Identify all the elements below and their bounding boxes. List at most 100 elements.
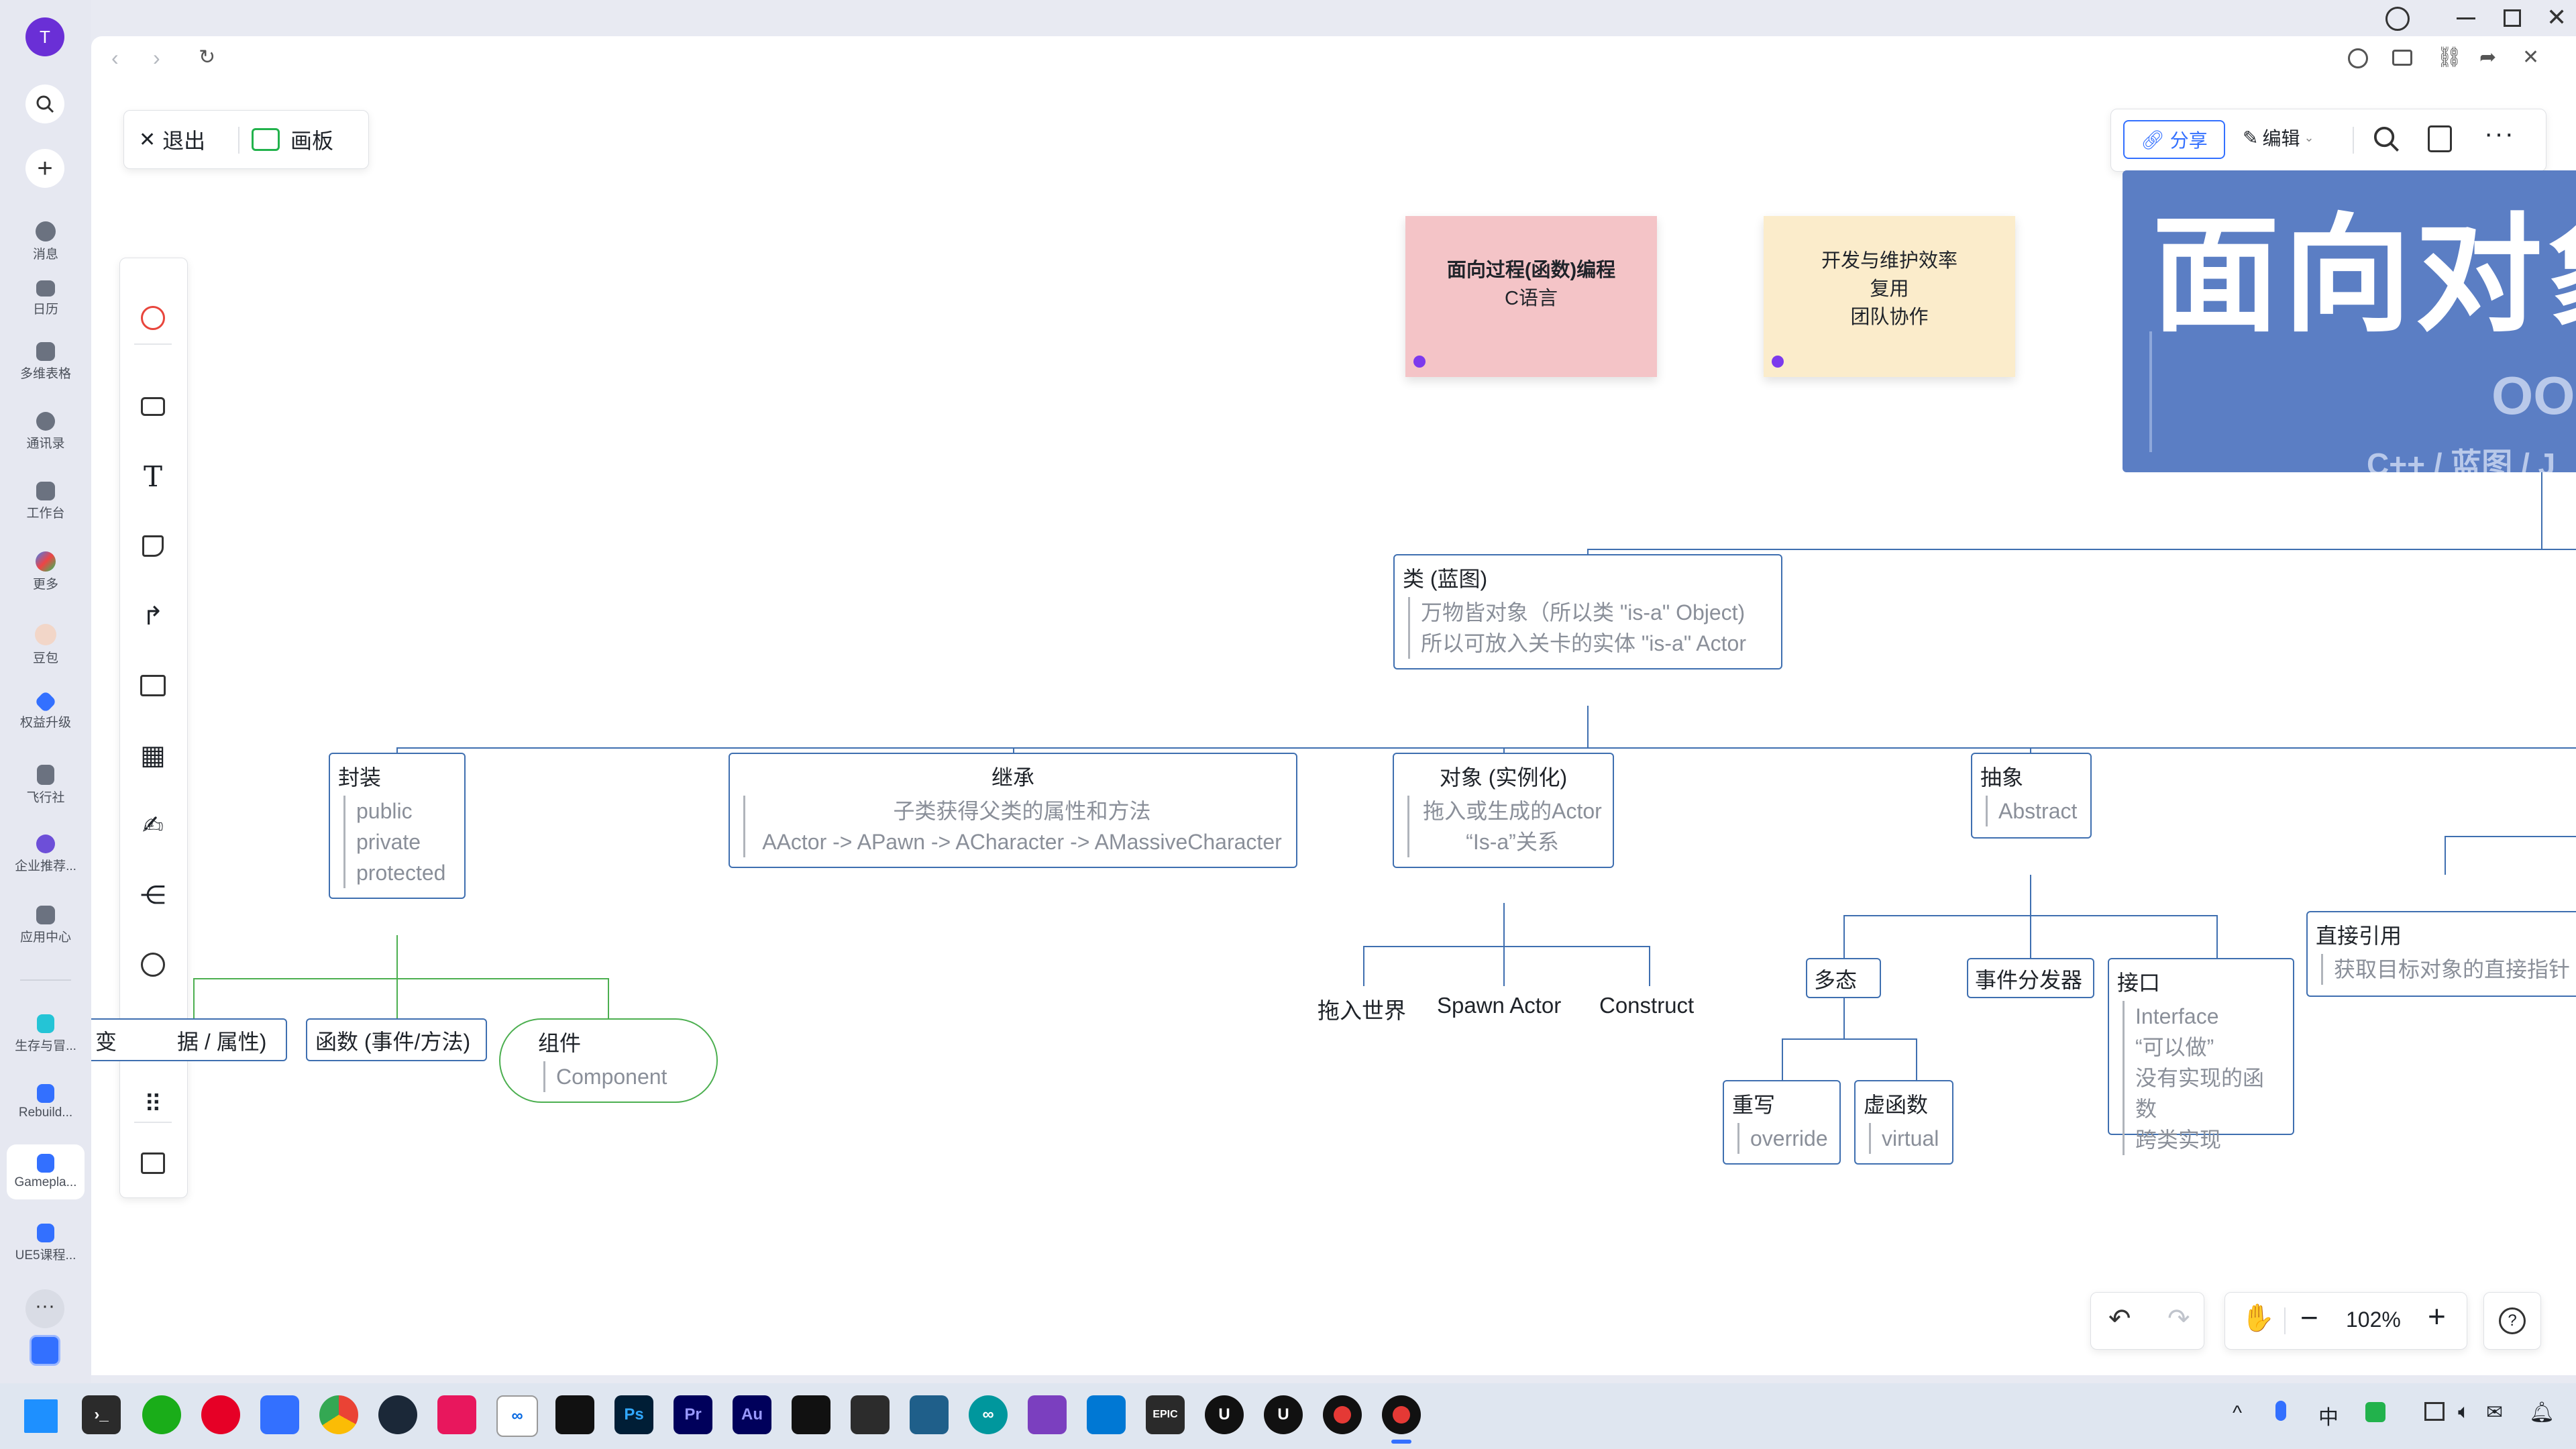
hand-icon[interactable]: ✋ bbox=[2241, 1302, 2275, 1334]
close-window-icon[interactable]: ✕ bbox=[2546, 4, 2567, 31]
node-override[interactable]: 重写 override bbox=[1723, 1080, 1841, 1165]
app-icon[interactable] bbox=[910, 1395, 949, 1434]
undo-icon[interactable]: ↶ bbox=[2108, 1303, 2131, 1334]
audition-icon[interactable]: Au bbox=[733, 1395, 771, 1434]
window-icon[interactable] bbox=[2392, 50, 2412, 66]
node-inheritance[interactable]: 继承 子类获得父类的属性和方法 AActor -> APawn -> AChar… bbox=[729, 753, 1297, 868]
node-direct-reference[interactable]: 直接引用 获取目标对象的直接指针 bbox=[2306, 911, 2576, 997]
node-polymorphism[interactable]: 多态 bbox=[1806, 958, 1881, 998]
link-icon[interactable]: ⛓ bbox=[2436, 46, 2462, 69]
emoji-tool-icon[interactable] bbox=[121, 938, 185, 991]
arduino-icon[interactable]: ∞ bbox=[969, 1395, 1008, 1434]
microphone-icon[interactable] bbox=[2275, 1401, 2286, 1421]
more-tools-icon[interactable]: ⠿ bbox=[121, 1077, 185, 1131]
input-language[interactable]: 中 bbox=[2318, 1401, 2339, 1430]
rail-doc-4[interactable]: UE5课程... bbox=[0, 1224, 91, 1263]
board-button[interactable]: 画板 bbox=[252, 124, 333, 155]
sticky-note-tool-icon[interactable] bbox=[121, 519, 185, 573]
minimize-icon[interactable] bbox=[2457, 17, 2475, 19]
rail-item-appcenter[interactable]: 应用中心 bbox=[0, 906, 91, 945]
forward-icon[interactable]: › bbox=[153, 46, 160, 70]
node-event-dispatcher[interactable]: 事件分发器 bbox=[1967, 958, 2094, 998]
rail-item-enterprise[interactable]: 企业推荐... bbox=[0, 835, 91, 874]
rail-doc-2[interactable]: Rebuild... bbox=[0, 1084, 91, 1120]
netease-music-icon[interactable] bbox=[201, 1395, 240, 1434]
zoom-out-icon[interactable]: − bbox=[2300, 1299, 2318, 1336]
rail-item-workbench[interactable]: 工作台 bbox=[0, 482, 91, 521]
unreal-icon[interactable]: U bbox=[1205, 1395, 1244, 1434]
rectangle-tool-icon[interactable] bbox=[121, 380, 185, 433]
premiere-icon[interactable]: Pr bbox=[674, 1395, 712, 1434]
oo-title-card[interactable]: 面向对象 OO C++ / 蓝图 / J bbox=[2123, 170, 2576, 472]
rail-doc-1[interactable]: 生存与冒... bbox=[0, 1014, 91, 1054]
rail-item-feixingshe[interactable]: 飞行社 bbox=[0, 765, 91, 806]
user-avatar[interactable]: T bbox=[25, 17, 64, 56]
rail-item-more[interactable]: 更多 bbox=[0, 551, 91, 592]
close-tab-icon[interactable]: ✕ bbox=[2522, 46, 2539, 69]
edit-button[interactable]: ✎ 编辑 ⌄ bbox=[2243, 124, 2314, 151]
table-tool-icon[interactable]: ▦ bbox=[121, 729, 185, 782]
node-virtual[interactable]: 虚函数 virtual bbox=[1854, 1080, 1953, 1165]
connector-tool-icon[interactable]: ↱ bbox=[121, 589, 185, 643]
maximize-icon[interactable] bbox=[2504, 9, 2521, 27]
more-icon[interactable]: ··· bbox=[2484, 119, 2515, 149]
steam-icon[interactable] bbox=[378, 1395, 417, 1434]
share-button[interactable]: 🔗︎ 分享 bbox=[2123, 120, 2225, 159]
chrome-icon[interactable] bbox=[319, 1395, 358, 1434]
search-icon[interactable] bbox=[2371, 124, 2401, 157]
node-variable[interactable]: 变 据 / 属性) bbox=[91, 1018, 287, 1061]
rail-item-messages[interactable]: 消息 bbox=[0, 221, 91, 262]
help-button[interactable]: ? bbox=[2483, 1292, 2541, 1350]
app-icon[interactable] bbox=[437, 1395, 476, 1434]
node-class[interactable]: 类 (蓝图) 万物皆对象（所以类 "is-a" Object) 所以可放入关卡的… bbox=[1393, 554, 1782, 669]
record-icon[interactable] bbox=[1323, 1395, 1362, 1434]
feishu-icon[interactable] bbox=[260, 1395, 299, 1434]
node-construct[interactable]: Construct bbox=[1599, 993, 1694, 1018]
zoom-level[interactable]: 102% bbox=[2346, 1307, 2401, 1332]
node-spawn-actor[interactable]: Spawn Actor bbox=[1437, 993, 1561, 1018]
rail-doc-3[interactable]: Gamepla... bbox=[7, 1144, 85, 1199]
comment-icon[interactable] bbox=[2348, 48, 2368, 68]
history-icon[interactable] bbox=[2385, 7, 2410, 31]
node-component[interactable]: 组件 Component bbox=[499, 1018, 718, 1103]
comment-tool-icon[interactable] bbox=[121, 1136, 185, 1190]
tray-chevron-icon[interactable]: ^ bbox=[2233, 1402, 2242, 1425]
back-icon[interactable]: ‹ bbox=[111, 46, 119, 70]
windows-start-icon[interactable] bbox=[24, 1399, 58, 1433]
node-abstract[interactable]: 抽象 Abstract bbox=[1971, 753, 2092, 839]
epic-games-icon[interactable]: EPIC bbox=[1146, 1395, 1185, 1434]
app-tray-icon[interactable] bbox=[2365, 1402, 2385, 1422]
rail-item-doubao[interactable]: 豆包 bbox=[0, 624, 91, 666]
outline-icon[interactable] bbox=[2428, 125, 2452, 152]
exit-button[interactable]: ✕ 退出 bbox=[139, 124, 205, 155]
redo-icon[interactable]: ↷ bbox=[2167, 1303, 2190, 1334]
calculator-icon[interactable] bbox=[851, 1395, 890, 1434]
node-encapsulation[interactable]: 封装 public private protected bbox=[329, 753, 466, 899]
volume-icon[interactable]: 🔈︎ bbox=[2458, 1401, 2470, 1424]
visual-studio-icon[interactable] bbox=[1028, 1395, 1067, 1434]
record-icon[interactable] bbox=[1382, 1395, 1421, 1434]
rail-item-bitable[interactable]: 多维表格 bbox=[0, 342, 91, 382]
capcut-icon[interactable] bbox=[792, 1395, 830, 1434]
window-switch-icon[interactable] bbox=[30, 1335, 60, 1366]
notification-icon[interactable]: 🔔︎ bbox=[2529, 1401, 2555, 1424]
photoshop-icon[interactable]: Ps bbox=[614, 1395, 653, 1434]
vscode-icon[interactable] bbox=[1087, 1395, 1126, 1434]
wifi-icon[interactable]: ✉ bbox=[2486, 1401, 2503, 1424]
network-icon[interactable] bbox=[2424, 1402, 2445, 1421]
node-interface[interactable]: 接口 Interface “可以做” 没有实现的函数 跨类实现 bbox=[2108, 958, 2294, 1155]
more-button[interactable]: ··· bbox=[25, 1289, 64, 1328]
rail-item-calendar[interactable]: 日历 bbox=[0, 280, 91, 317]
node-object[interactable]: 对象 (实例化) 拖入或生成的Actor “Is-a”关系 bbox=[1393, 753, 1614, 868]
add-icon[interactable]: + bbox=[25, 149, 64, 188]
terminal-icon[interactable]: ›_ bbox=[82, 1395, 121, 1434]
mindmap-tool-icon[interactable]: ⋲ bbox=[121, 868, 185, 922]
unreal-icon[interactable]: U bbox=[1264, 1395, 1303, 1434]
search-icon[interactable] bbox=[25, 85, 64, 123]
node-function[interactable]: 函数 (事件/方法) bbox=[306, 1018, 487, 1061]
meta-icon[interactable]: ∞ bbox=[496, 1395, 538, 1437]
rail-item-upgrade[interactable]: 权益升级 bbox=[0, 690, 91, 731]
sticky-note-efficiency[interactable]: 开发与维护效率 复用 团队协作 bbox=[1764, 216, 2015, 377]
rail-item-contacts[interactable]: 通讯录 bbox=[0, 412, 91, 451]
forward-share-icon[interactable]: ➦ bbox=[2479, 46, 2496, 69]
